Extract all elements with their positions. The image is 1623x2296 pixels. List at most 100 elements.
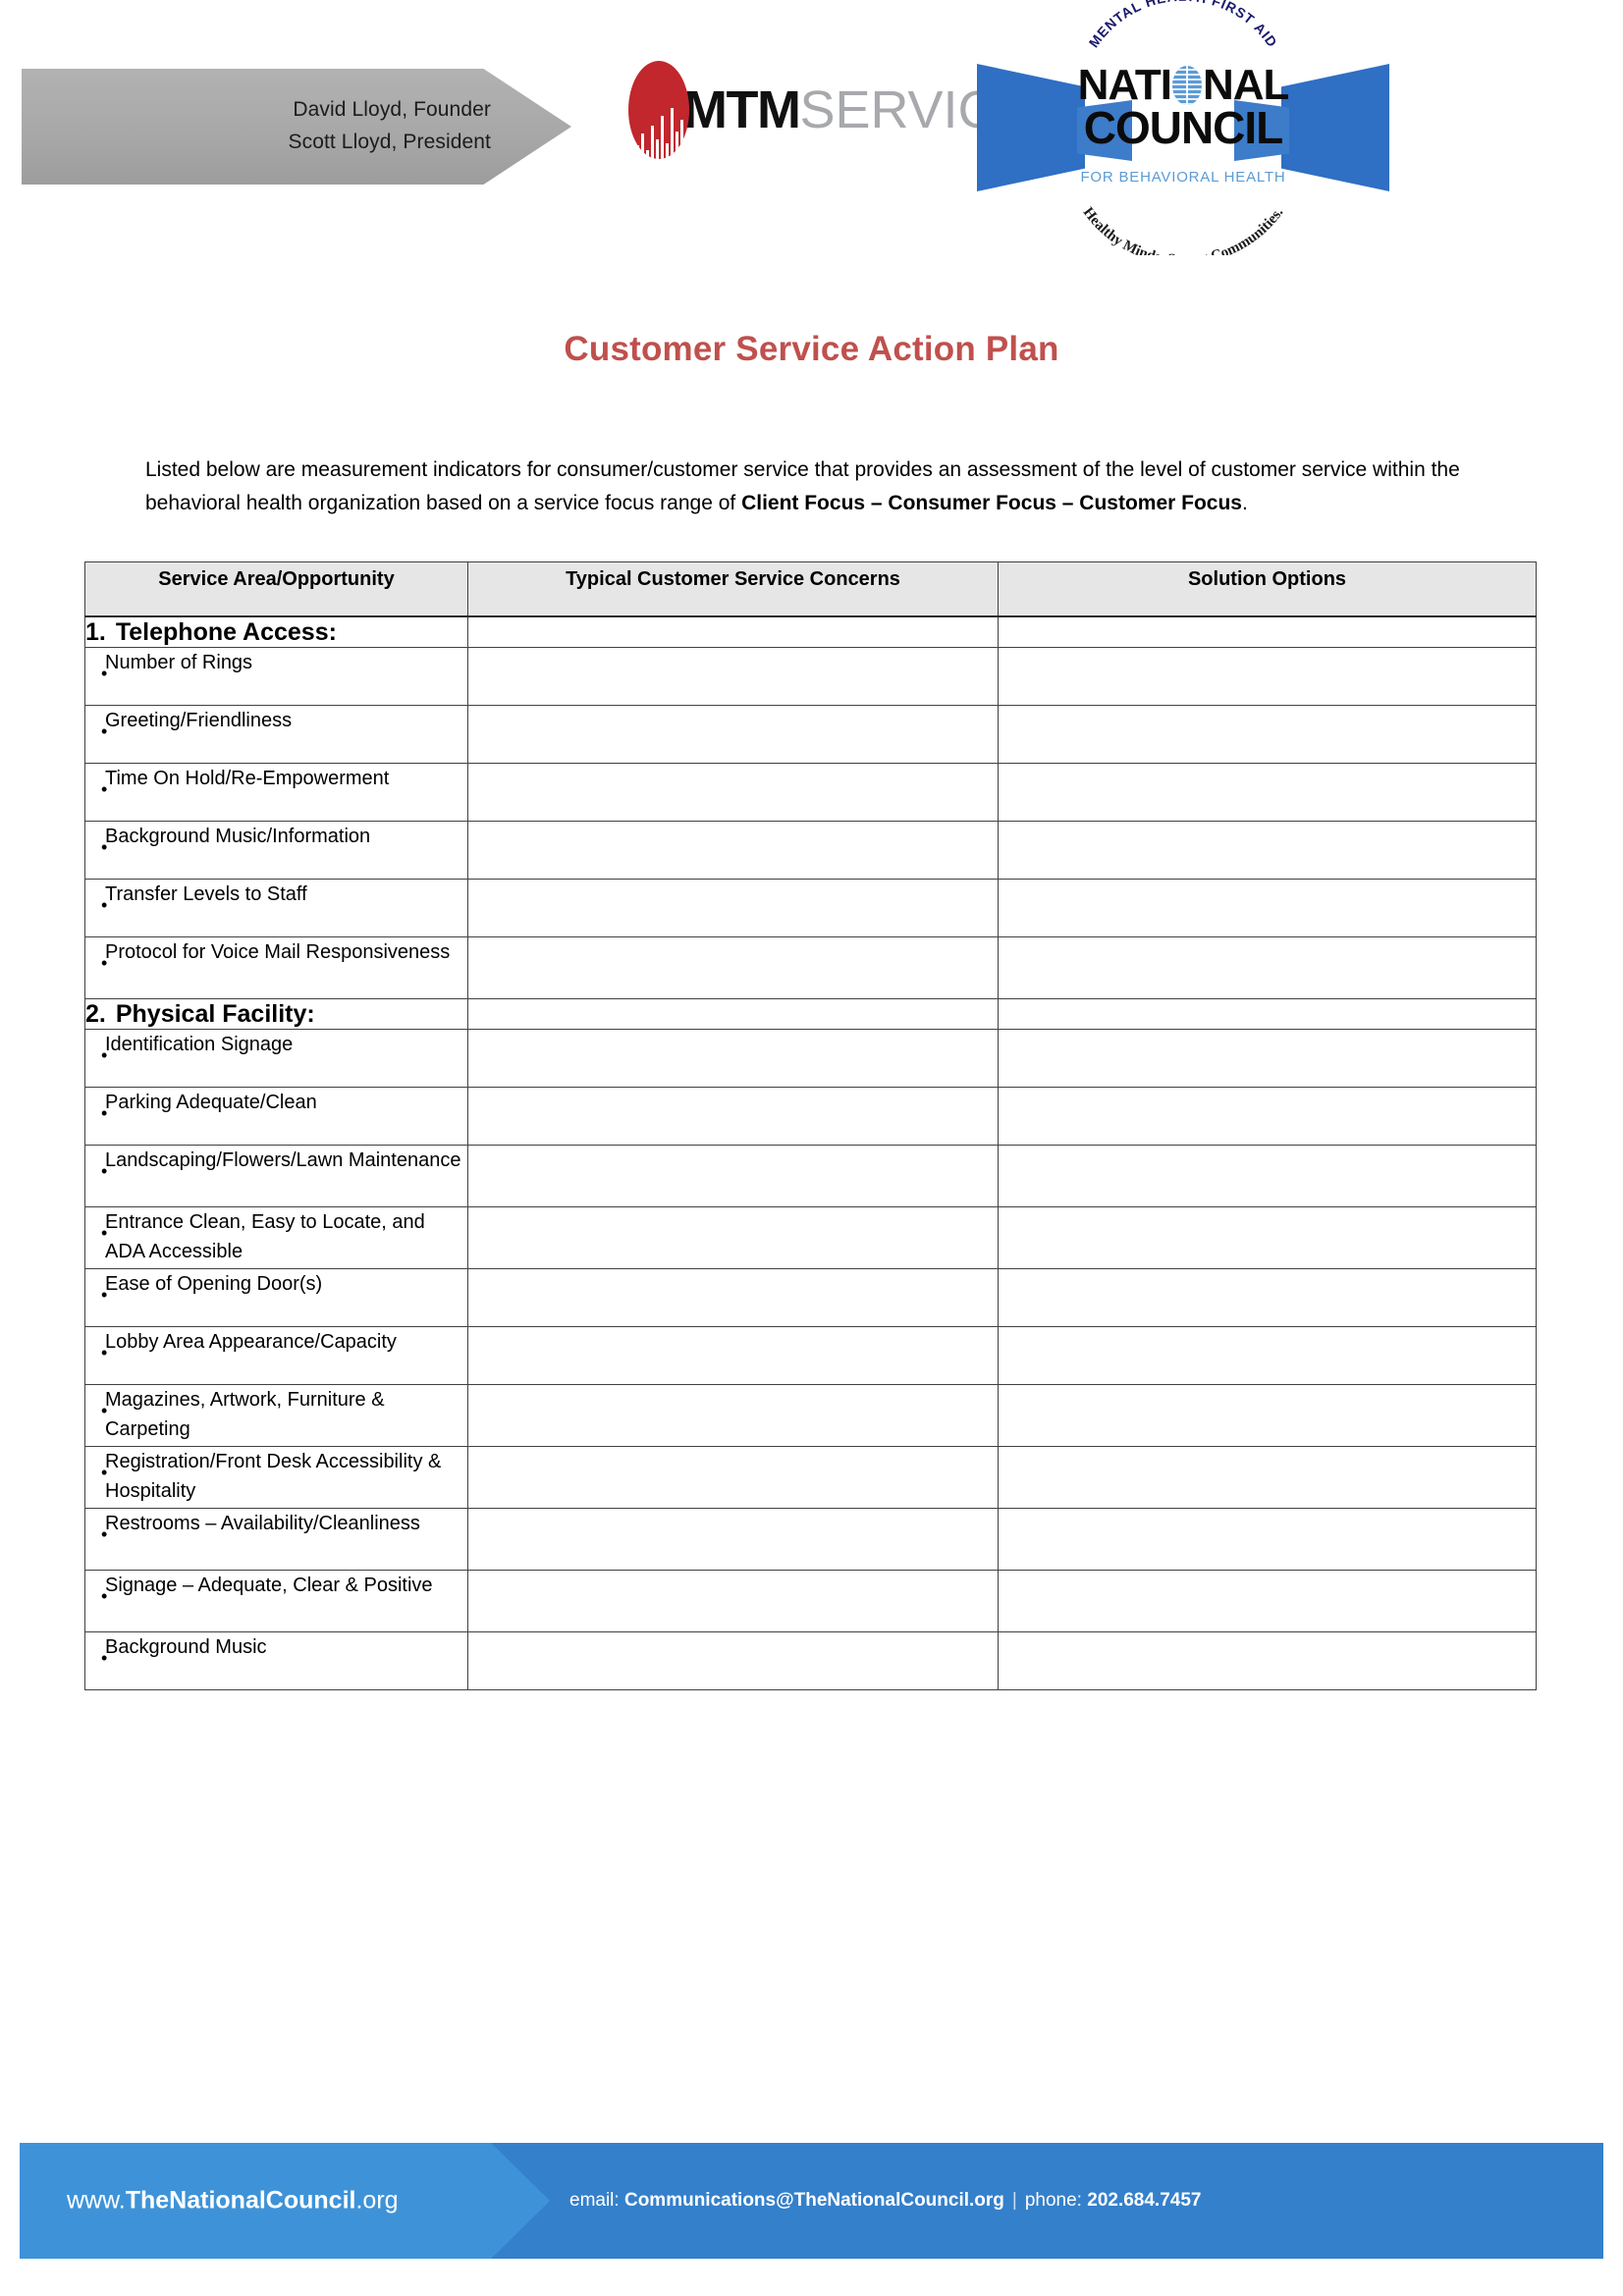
service-area-item-label: Parking Adequate/Clean <box>105 1092 317 1113</box>
table-section-row: 1. Telephone Access: <box>84 615 1537 648</box>
intro-text-bold: Client Focus – Consumer Focus – Customer… <box>741 492 1242 515</box>
section-number: 2. <box>85 1000 106 1028</box>
action-plan-table: Service Area/Opportunity Typical Custome… <box>84 561 1537 1690</box>
concerns-cell[interactable] <box>467 1087 999 1146</box>
national-council-logo: MENTAL HEALTH FIRST AID NATINAL COUNCIL … <box>977 0 1389 270</box>
section-title: Physical Facility <box>115 1000 307 1028</box>
globe-icon <box>1171 66 1202 105</box>
bullet-icon: • <box>101 1103 108 1123</box>
arc-text-tagline: Healthy Minds. Strong Communities. <box>1080 204 1287 255</box>
table-row: • Background Music <box>84 1631 1537 1690</box>
url-suffix: .org <box>355 2186 399 2215</box>
concerns-cell[interactable] <box>467 705 999 764</box>
service-area-item-label: Background Music <box>105 1636 267 1658</box>
wordmark-council: COUNCIL <box>1083 102 1284 154</box>
solutions-cell[interactable] <box>998 1384 1537 1447</box>
concerns-cell[interactable] <box>467 1206 999 1269</box>
concerns-cell[interactable] <box>467 1508 999 1571</box>
service-area-item: • Time On Hold/Re-Empowerment <box>84 763 468 822</box>
presenter-name-president: Scott Lloyd, President <box>288 131 491 153</box>
solutions-cell[interactable] <box>998 647 1537 706</box>
service-area-item: • Parking Adequate/Clean <box>84 1087 468 1146</box>
concerns-cell[interactable] <box>467 1631 999 1690</box>
solutions-cell[interactable] <box>998 1206 1537 1269</box>
bullet-icon: • <box>101 1343 108 1362</box>
email-address[interactable]: Communications@TheNationalCouncil.org <box>624 2190 1004 2211</box>
page-header: David Lloyd, Founder Scott Lloyd, Presid… <box>0 0 1623 285</box>
solutions-cell[interactable] <box>998 615 1537 648</box>
solutions-cell[interactable] <box>998 1087 1537 1146</box>
url-prefix: www. <box>67 2186 126 2215</box>
table-row: • Parking Adequate/Clean <box>84 1087 1537 1146</box>
page-title: Customer Service Action Plan <box>564 330 1059 368</box>
section-colon: : <box>306 1000 315 1028</box>
service-area-item: • Identification Signage <box>84 1029 468 1088</box>
solutions-cell[interactable] <box>998 763 1537 822</box>
table-row: • Transfer Levels to Staff <box>84 879 1537 937</box>
solutions-cell[interactable] <box>998 936 1537 999</box>
table-row: • Ease of Opening Door(s) <box>84 1268 1537 1327</box>
service-area-item: • Magazines, Artwork, Furniture & Carpeti… <box>84 1384 468 1447</box>
concerns-cell[interactable] <box>467 936 999 999</box>
solutions-cell[interactable] <box>998 821 1537 880</box>
concerns-cell[interactable] <box>467 1326 999 1385</box>
solutions-cell[interactable] <box>998 1145 1537 1207</box>
service-area-item: • Entrance Clean, Easy to Locate, and ADA… <box>84 1206 468 1269</box>
table-row: • Protocol for Voice Mail Responsiveness <box>84 936 1537 999</box>
service-area-item-label: Registration/Front Desk Accessibility & … <box>105 1451 442 1502</box>
table-row: • Number of Rings <box>84 647 1537 706</box>
service-area-item-label: Transfer Levels to Staff <box>105 883 307 905</box>
concerns-cell[interactable] <box>467 879 999 937</box>
concerns-cell[interactable] <box>467 615 999 648</box>
solutions-cell[interactable] <box>998 1029 1537 1088</box>
page-footer: www.TheNationalCouncil.org email: Commun… <box>0 2143 1623 2259</box>
concerns-cell[interactable] <box>467 1570 999 1632</box>
service-area-item-label: Restrooms – Availability/Cleanliness <box>105 1513 420 1534</box>
solutions-cell[interactable] <box>998 1268 1537 1327</box>
solutions-cell[interactable] <box>998 1326 1537 1385</box>
bullet-icon: • <box>101 953 108 973</box>
section-number: 1. <box>85 618 106 646</box>
concerns-cell[interactable] <box>467 821 999 880</box>
table-row: • Background Music/Information <box>84 821 1537 880</box>
concerns-cell[interactable] <box>467 1029 999 1088</box>
bullet-icon: • <box>101 721 108 741</box>
solutions-cell[interactable] <box>998 879 1537 937</box>
service-area-item: • Lobby Area Appearance/Capacity <box>84 1326 468 1385</box>
concerns-cell[interactable] <box>467 998 999 1030</box>
contact-separator: | <box>1011 2190 1017 2211</box>
solutions-cell[interactable] <box>998 705 1537 764</box>
service-area-item: • Number of Rings <box>84 647 468 706</box>
solutions-cell[interactable] <box>998 1570 1537 1632</box>
service-area-item: • Landscaping/Flowers/Lawn Maintenance <box>84 1145 468 1207</box>
bullet-icon: • <box>101 1285 108 1305</box>
service-area-item-label: Protocol for Voice Mail Responsiveness <box>105 941 451 963</box>
table-row: • Identification Signage <box>84 1029 1537 1088</box>
concerns-cell[interactable] <box>467 1268 999 1327</box>
bullet-icon: • <box>101 1223 108 1243</box>
service-area-item-label: Signage – Adequate, Clear & Positive <box>105 1575 433 1596</box>
solutions-cell[interactable] <box>998 998 1537 1030</box>
section-title: Telephone Access <box>115 618 329 646</box>
mtm-wordmark-bold: MTM <box>683 80 801 139</box>
bullet-icon: • <box>101 1648 108 1668</box>
service-area-item: • Signage – Adequate, Clear & Positive <box>84 1570 468 1632</box>
intro-text-part2: . <box>1242 492 1248 515</box>
email-label: email: <box>569 2190 624 2211</box>
solutions-cell[interactable] <box>998 1508 1537 1571</box>
concerns-cell[interactable] <box>467 1446 999 1509</box>
concerns-cell[interactable] <box>467 763 999 822</box>
solutions-cell[interactable] <box>998 1446 1537 1509</box>
mtm-ellipse-icon <box>628 61 689 159</box>
solutions-cell[interactable] <box>998 1631 1537 1690</box>
service-area-item-label: Time On Hold/Re-Empowerment <box>105 768 390 789</box>
bullet-icon: • <box>101 1524 108 1544</box>
concerns-cell[interactable] <box>467 1145 999 1207</box>
phone-number[interactable]: 202.684.7457 <box>1087 2190 1201 2211</box>
concerns-cell[interactable] <box>467 1384 999 1447</box>
footer-website-link[interactable]: www.TheNationalCouncil.org <box>67 2187 399 2216</box>
service-area-item-label: Background Music/Information <box>105 826 371 847</box>
url-bold: TheNationalCouncil <box>125 2186 356 2215</box>
bullet-icon: • <box>101 837 108 857</box>
concerns-cell[interactable] <box>467 647 999 706</box>
